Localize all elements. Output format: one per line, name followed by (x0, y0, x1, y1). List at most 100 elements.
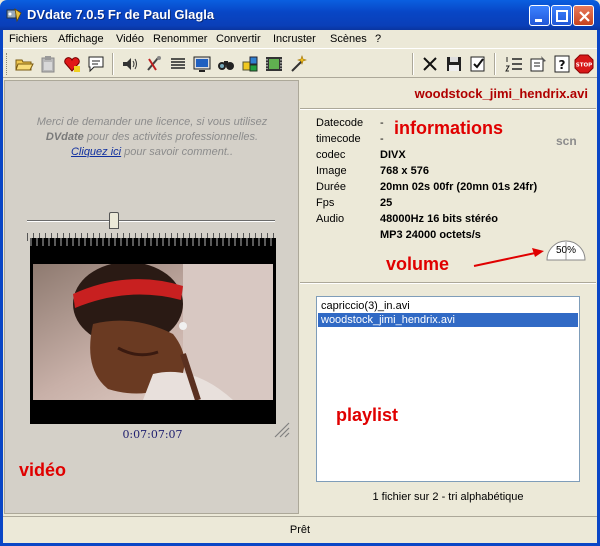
audio-button[interactable] (120, 54, 140, 74)
info-separator (300, 108, 596, 110)
numbered-list-icon (505, 57, 522, 72)
playlist-box[interactable]: capriccio(3)_in.avi woodstock_jimi_hendr… (316, 296, 580, 482)
resize-grip-icon[interactable] (269, 417, 291, 439)
toolbar-grip[interactable] (6, 53, 9, 75)
open-folder-icon (15, 59, 34, 71)
video-screen-film-edge (30, 238, 276, 246)
favorite-heart-icon (64, 57, 80, 72)
info-key: codec (316, 149, 346, 161)
toolbar-separator (494, 53, 496, 75)
panel-separator (300, 282, 596, 284)
stop-label: STOP (576, 63, 592, 69)
video-frame-image (33, 264, 273, 400)
info-value: DIVX (380, 149, 406, 161)
search-binoculars-icon (218, 61, 234, 70)
info-value: 768 x 576 (380, 165, 429, 177)
tools-button[interactable] (144, 54, 164, 74)
license-line-1: Merci de demander une licence, si vous u… (36, 116, 268, 128)
minimize-button[interactable] (529, 5, 550, 26)
close-x-icon (423, 57, 437, 71)
speaker-icon (123, 58, 137, 70)
list-button[interactable] (168, 54, 188, 74)
info-key: Audio (316, 213, 345, 225)
help-button[interactable]: ? (552, 54, 572, 74)
maximize-icon (556, 10, 568, 22)
check-list-icon (470, 56, 485, 72)
info-annotation: informations (394, 118, 504, 138)
info-key: timecode (316, 133, 361, 145)
help-icon: ? (554, 55, 570, 73)
info-value: 20mn 02s 00fr (20mn 01s 24fr) (380, 181, 538, 193)
app-logo-icon (6, 8, 22, 23)
open-button[interactable] (14, 54, 34, 74)
comment-bubble-icon (88, 56, 104, 73)
license-line-3: pour savoir comment.. (121, 146, 233, 158)
playlist-status: 1 fichier sur 2 - tri alphabétique (372, 491, 524, 503)
info-value: - (380, 117, 384, 129)
puzzle-button[interactable] (240, 54, 260, 74)
playlist-item-selected[interactable]: woodstock_jimi_hendrix.avi (318, 313, 578, 327)
close-icon (579, 11, 590, 22)
monitor-icon (193, 56, 211, 72)
menu-scenes[interactable]: Scènes (330, 33, 367, 45)
menu-help[interactable]: ? (375, 33, 381, 45)
license-link[interactable]: Cliquez ici (71, 146, 121, 158)
settings-button[interactable] (528, 54, 548, 74)
license-notice: Merci de demander une licence, si vous u… (13, 115, 291, 160)
volume-arrow-icon (473, 248, 544, 267)
monitor-button[interactable] (192, 54, 212, 74)
favorite-button[interactable] (62, 54, 82, 74)
menu-affichage[interactable]: Affichage (58, 33, 104, 45)
window-frame-left (0, 30, 3, 546)
toolbar-separator (412, 53, 414, 75)
menu-fichiers[interactable]: Fichiers (9, 33, 48, 45)
info-key: Fps (316, 197, 335, 209)
magic-wand-icon (291, 55, 307, 72)
clipboard-icon (41, 56, 55, 73)
film-strip-icon (266, 57, 282, 71)
menu-convertir[interactable]: Convertir (216, 33, 261, 45)
seek-slider-thumb[interactable] (109, 212, 119, 229)
svg-text:?: ? (559, 58, 566, 72)
save-button[interactable] (444, 54, 464, 74)
comment-button[interactable] (86, 54, 106, 74)
license-app-name: DVdate (45, 131, 84, 143)
scn-label[interactable]: scn (556, 134, 577, 148)
toolbar-separator (112, 53, 114, 75)
seek-slider-track[interactable] (27, 220, 275, 222)
film-button[interactable] (264, 54, 284, 74)
menu-incruster[interactable]: Incruster (273, 33, 316, 45)
playlist-item[interactable]: capriccio(3)_in.avi (318, 299, 578, 313)
wizard-button[interactable] (288, 54, 308, 74)
current-filename: woodstock_jimi_hendrix.avi (414, 86, 588, 101)
save-disk-icon (447, 57, 461, 71)
remove-button[interactable] (420, 54, 440, 74)
video-annotation: vidéo (19, 460, 67, 480)
numbered-list-button[interactable] (504, 54, 524, 74)
minimize-icon (535, 19, 542, 22)
search-button[interactable] (216, 54, 236, 74)
info-key: Durée (316, 181, 346, 193)
info-key: Image (316, 165, 347, 177)
video-screen[interactable] (30, 238, 276, 424)
info-key: Datecode (316, 117, 364, 129)
title-bar[interactable]: DVdate 7.0.5 Fr de Paul Glagla (0, 0, 600, 30)
info-value: MP3 24000 octets/s (380, 229, 481, 241)
settings-card-icon (530, 56, 546, 72)
close-button[interactable] (573, 5, 594, 26)
video-timecode: 0:07:07:07 (122, 428, 183, 441)
info-value: 48000Hz 16 bits stéréo (380, 213, 499, 225)
tools-icon (147, 56, 161, 71)
menu-renommer[interactable]: Renommer (153, 33, 207, 45)
clipboard-button[interactable] (38, 54, 58, 74)
info-value: - (380, 133, 384, 145)
stop-icon: STOP (574, 54, 594, 74)
stop-button[interactable]: STOP (574, 54, 594, 74)
status-text: Prêt (289, 524, 311, 536)
video-panel: Merci de demander une licence, si vous u… (4, 80, 299, 514)
menu-video[interactable]: Vidéo (116, 33, 144, 45)
check-button[interactable] (468, 54, 488, 74)
maximize-button[interactable] (551, 5, 572, 26)
toolbar: ? STOP (3, 48, 597, 78)
volume-level: 50% (555, 245, 576, 256)
